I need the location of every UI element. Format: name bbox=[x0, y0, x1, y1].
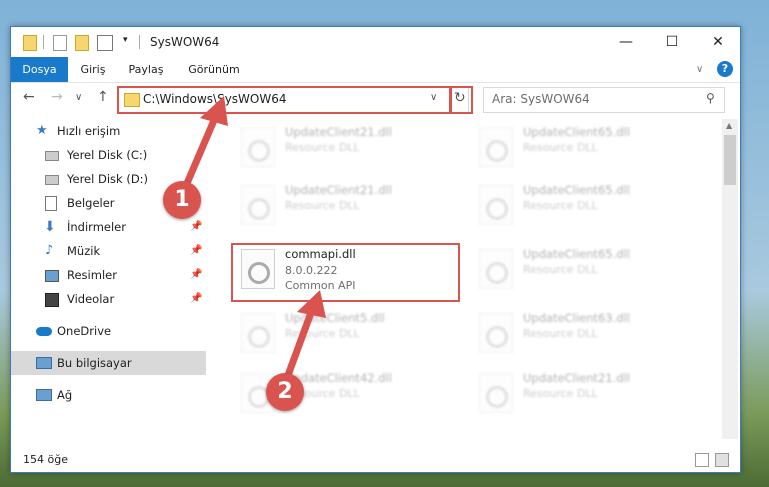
step-badge-2: 2 bbox=[266, 373, 304, 411]
annotation-arrows bbox=[181, 96, 326, 380]
arrow-head bbox=[200, 96, 228, 126]
step-badge-1: 1 bbox=[163, 181, 201, 219]
arrow-line bbox=[181, 116, 219, 190]
arrow-line bbox=[283, 308, 316, 380]
arrow-head bbox=[297, 290, 326, 318]
